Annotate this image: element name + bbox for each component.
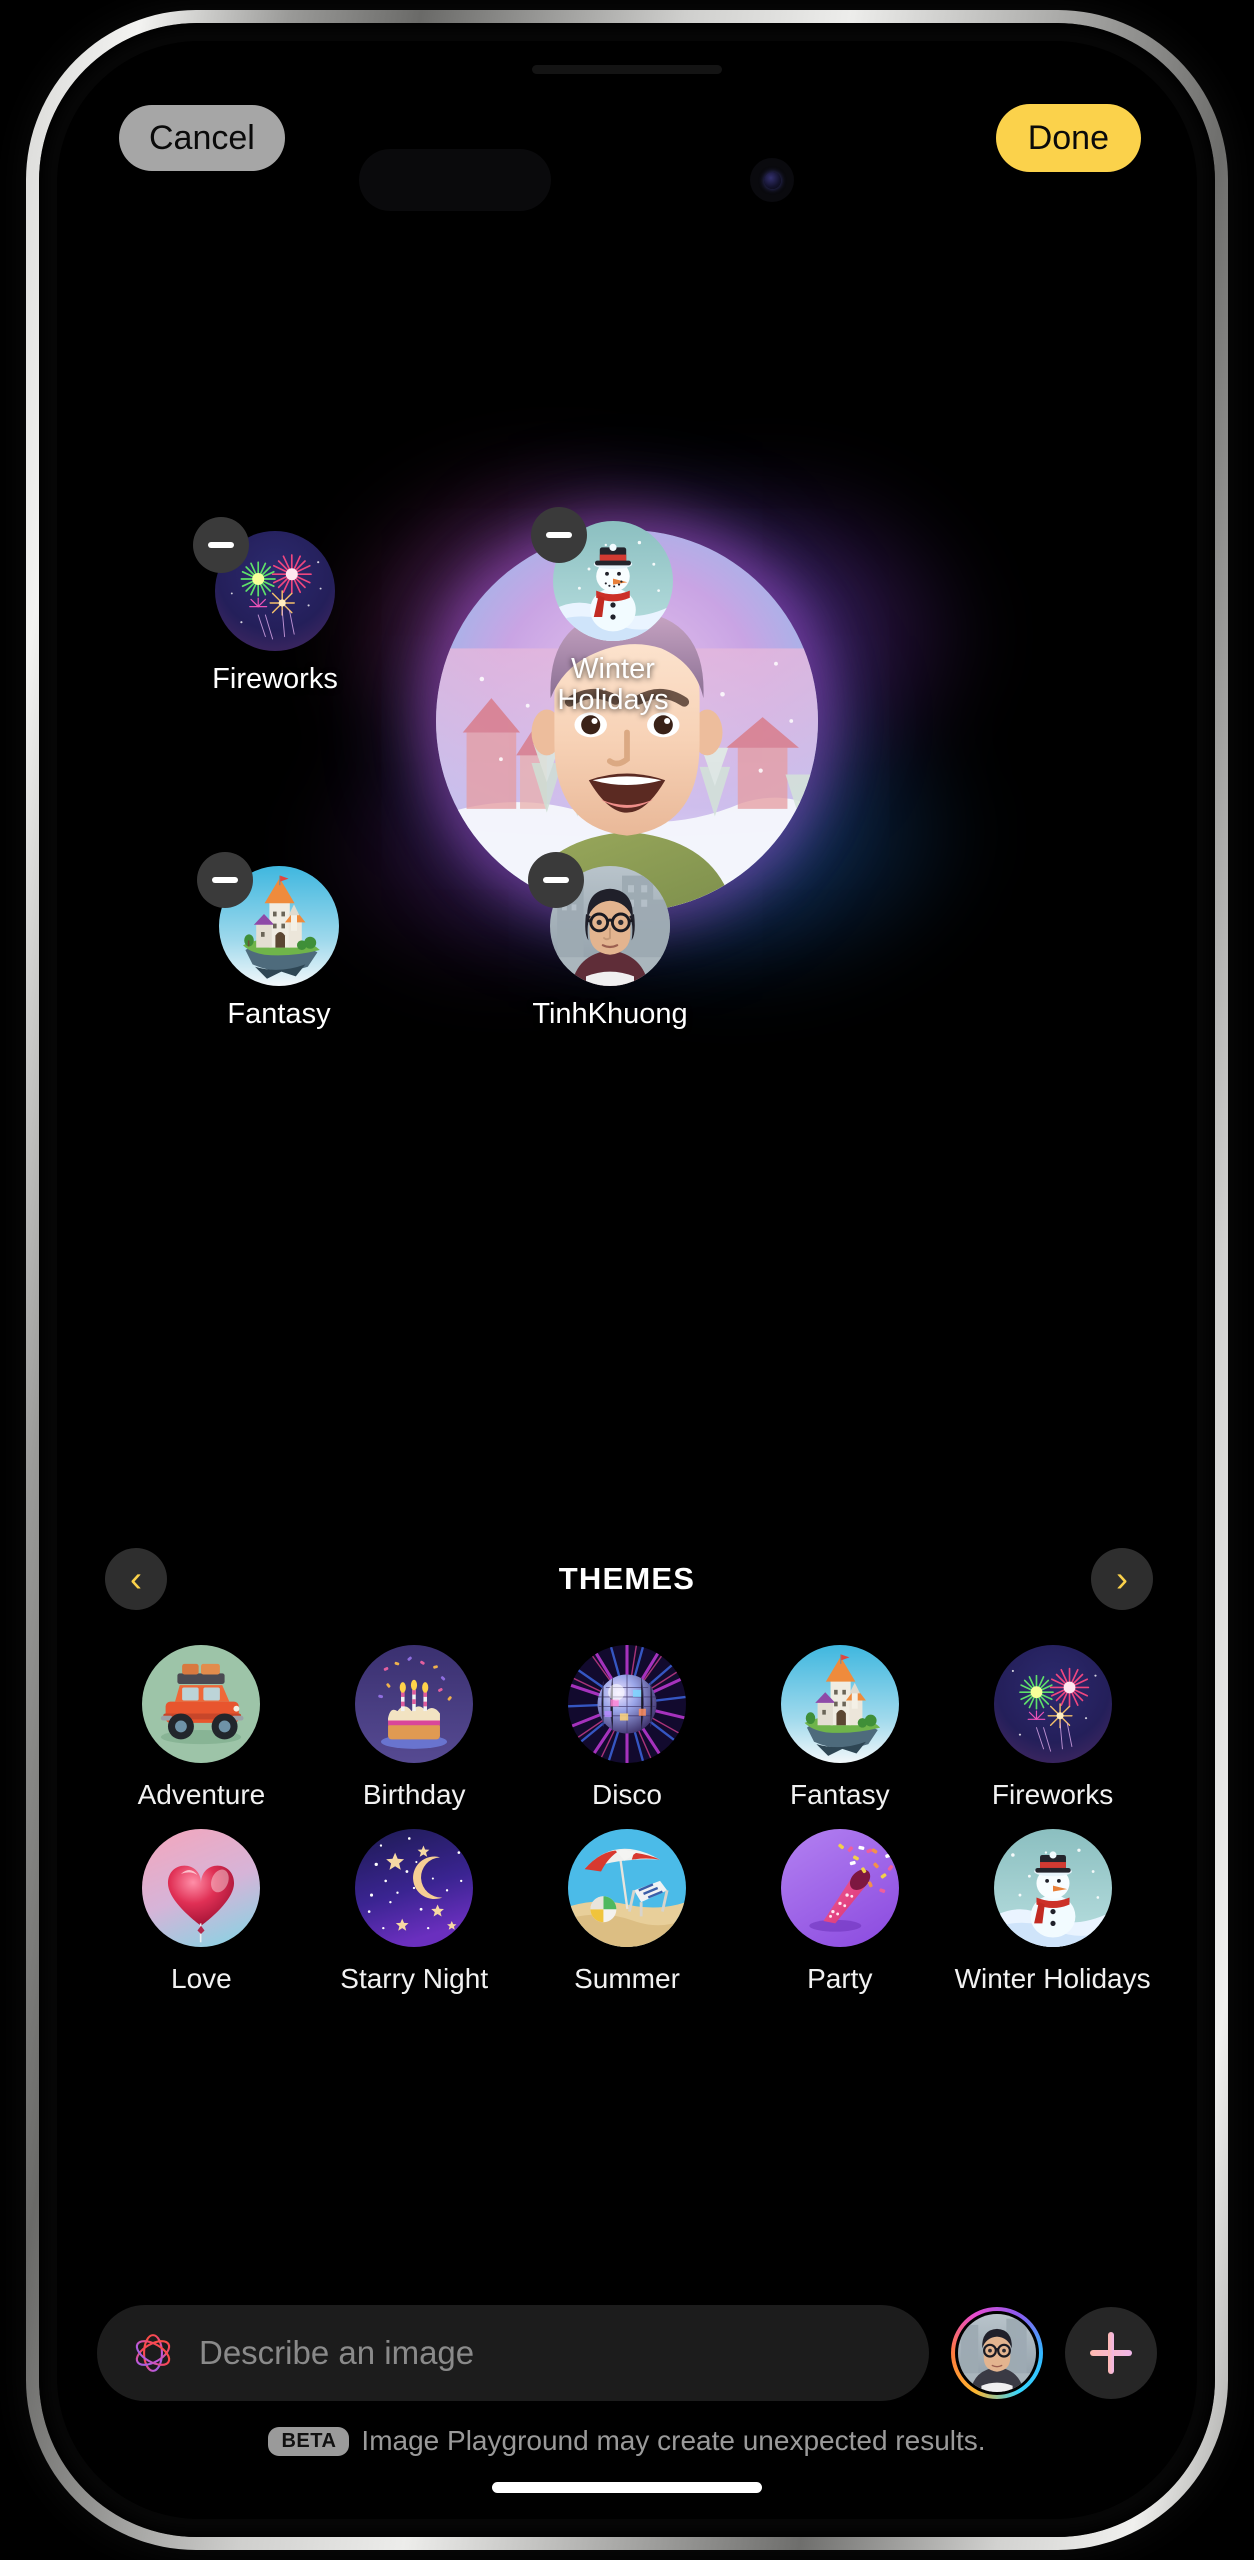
party-popper-icon (780, 1828, 899, 1947)
remove-concept-button[interactable] (531, 507, 587, 563)
theme-item-disco[interactable]: Disco (521, 1645, 734, 1813)
themes-grid: Adventure Birthday Disco Fantasy Firewor… (57, 1645, 1197, 1997)
concept-chip-winter-holidays[interactable]: Winter Holidays (508, 507, 718, 717)
apple-intelligence-icon (127, 2327, 179, 2379)
phone-frame: Cancel Done Fireworks Winter Holidays Fa… (26, 10, 1228, 2550)
snowman-icon (993, 1828, 1112, 1947)
screenshot-stage: Cancel Done Fireworks Winter Holidays Fa… (0, 0, 1254, 2560)
concept-label: Fireworks (212, 663, 338, 695)
add-concept-button[interactable] (1065, 2307, 1157, 2399)
theme-item-winter-holidays[interactable]: Winter Holidays (946, 1828, 1159, 1997)
castle-icon (780, 1645, 899, 1763)
theme-item-fantasy[interactable]: Fantasy (733, 1645, 946, 1813)
concept-label: Fantasy (227, 998, 331, 1030)
theme-item-birthday[interactable]: Birthday (308, 1645, 521, 1813)
theme-label: Winter Holidays (954, 1962, 1151, 1994)
concept-chip-fantasy[interactable]: Fantasy (174, 852, 384, 1030)
theme-item-fireworks[interactable]: Fireworks (946, 1645, 1159, 1813)
home-indicator[interactable] (492, 2482, 762, 2493)
composer-bar: Describe an image (57, 2305, 1197, 2401)
playground-canvas: Fireworks Winter Holidays Fantasy TinhKh… (57, 191, 1197, 1551)
theme-label: Love (171, 1962, 232, 1994)
concept-thumbnail[interactable] (531, 507, 673, 641)
theme-label: Starry Night (340, 1962, 489, 1994)
cake-icon (355, 1645, 474, 1763)
concept-thumbnail[interactable] (197, 852, 339, 986)
concept-label: Winter Holidays (557, 653, 669, 717)
remove-concept-button[interactable] (197, 852, 253, 908)
jeep-icon (142, 1645, 261, 1763)
person-avatar-button[interactable] (951, 2307, 1043, 2399)
concept-thumbnail[interactable] (193, 517, 335, 651)
done-button[interactable]: Done (995, 104, 1141, 172)
prompt-placeholder: Describe an image (199, 2334, 475, 2371)
phone-screen: Cancel Done Fireworks Winter Holidays Fa… (57, 41, 1197, 2519)
themes-header: ‹ THEMES › (57, 1531, 1197, 1627)
theme-item-party[interactable]: Party (733, 1828, 946, 1997)
theme-label: Fireworks (991, 1779, 1114, 1810)
top-bar: Cancel Done (57, 41, 1197, 191)
theme-item-starry-night[interactable]: Starry Night (308, 1828, 521, 1997)
theme-item-love[interactable]: Love (95, 1828, 308, 1997)
remove-concept-button[interactable] (193, 517, 249, 573)
disco-ball-icon (567, 1645, 686, 1763)
theme-label: Fantasy (789, 1779, 890, 1810)
phone-bezel: Cancel Done Fireworks Winter Holidays Fa… (39, 23, 1215, 2537)
person-avatar (955, 2311, 1039, 2395)
fireworks-icon (993, 1645, 1112, 1763)
disclaimer-text: Image Playground may create unexpected r… (361, 2425, 986, 2456)
concept-thumbnail[interactable] (528, 852, 670, 986)
theme-label: Summer (574, 1962, 680, 1994)
themes-section: ‹ THEMES › Adventure Birthday Disco Fant… (57, 1531, 1197, 1997)
concept-chip-fireworks[interactable]: Fireworks (170, 517, 380, 695)
chevron-right-icon[interactable]: › (1091, 1548, 1153, 1610)
themes-title: THEMES (558, 1561, 696, 1596)
chevron-left-icon[interactable]: ‹ (105, 1548, 167, 1610)
theme-label: Disco (591, 1779, 662, 1810)
cancel-button[interactable]: Cancel (119, 105, 285, 171)
remove-concept-button[interactable] (528, 852, 584, 908)
theme-label: Birthday (362, 1779, 466, 1810)
moon-stars-icon (355, 1828, 474, 1947)
theme-label: Party (807, 1962, 873, 1994)
theme-item-adventure[interactable]: Adventure (95, 1645, 308, 1813)
concept-chip-person[interactable]: TinhKhuong (505, 852, 715, 1030)
disclaimer-row: BETA Image Playground may create unexpec… (57, 2425, 1197, 2457)
beach-icon (567, 1828, 686, 1947)
heart-balloon-icon (142, 1828, 261, 1947)
beta-badge: BETA (268, 2426, 350, 2456)
theme-item-summer[interactable]: Summer (521, 1828, 734, 1997)
prompt-input[interactable]: Describe an image (97, 2305, 929, 2401)
theme-label: Adventure (137, 1779, 266, 1810)
concept-label: TinhKhuong (532, 998, 688, 1030)
